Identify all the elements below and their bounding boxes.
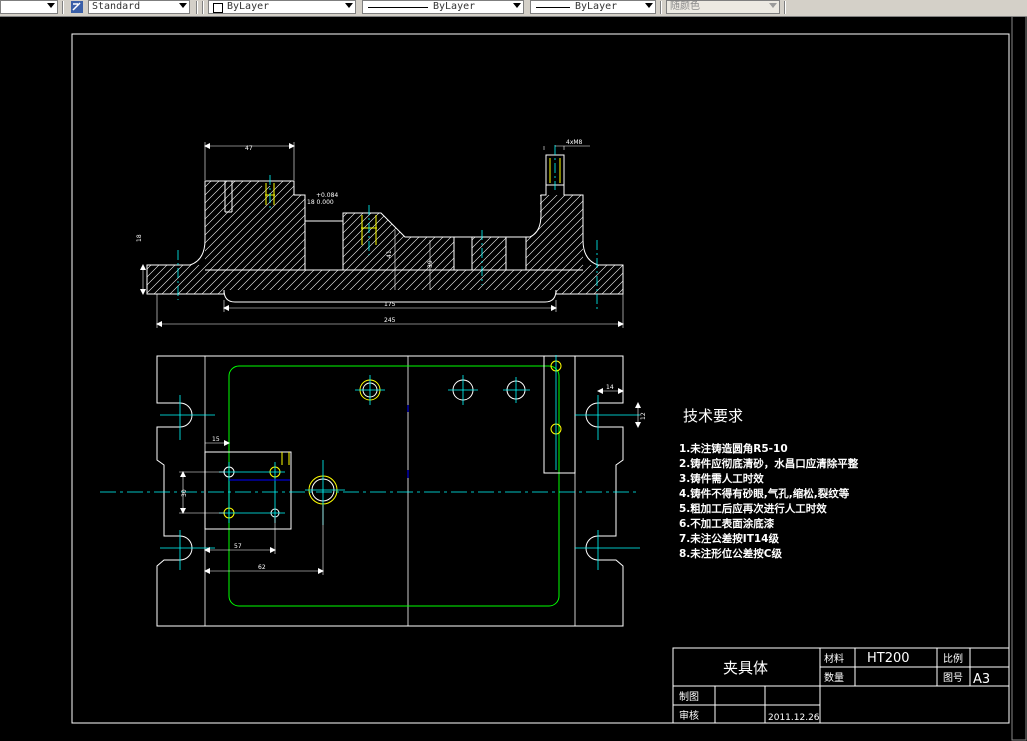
requirement-item: 5.粗加工后应再次进行人工时效 [679,502,827,515]
chevron-down-icon [47,3,55,8]
dimension-text: 14 [606,384,614,391]
dimension-text: 41 [386,250,393,258]
drawing-canvas[interactable]: 47 +0.084 18 0.000 4xM8 18 175 245 41 39 [0,16,1027,741]
chevron-down-icon [179,3,187,8]
requirement-item: 6.不加工表面涂底漆 [679,517,775,530]
material-label: 材料 [824,652,844,665]
toolbar-separator [62,1,64,14]
drawing-no-label: 图号 [943,672,963,684]
dimension-text: 175 [384,301,396,308]
chevron-down-icon [645,3,653,8]
dimension-text: 62 [258,564,266,571]
requirement-item: 3.铸件需人工时效 [679,472,764,485]
linetype-dropdown[interactable]: ByLayer [362,0,524,14]
toolbar-separator [202,1,204,14]
text-style-dropdown[interactable]: Standard [88,0,190,14]
sheet-border [71,16,1027,741]
scale-label: 比例 [943,652,963,665]
layer-dropdown[interactable]: ByLayer [208,0,356,14]
previous-dropdown[interactable] [0,0,58,14]
title-block: 夹具体 材料 HT200 比例 数量 图号 A3 制图 审核 2011.12.2… [672,647,1010,724]
drafter-label: 制图 [679,690,699,703]
toolbar-separator [784,1,786,14]
tolerance-text: +0.084 [316,192,338,199]
dimension-text: 4xM8 [566,139,583,146]
plan-view: 15 30 57 62 14 12 [100,355,647,627]
requirement-item: 8.未注形位公差按C级 [679,547,783,560]
chevron-down-icon [513,3,521,8]
layer-value: ByLayer [227,1,270,12]
lineweight-value: ByLayer [575,1,618,12]
date-value: 2011.12.26 [768,713,820,723]
requirement-item: 2.铸件应彻底清砂，水昌口应清除平整 [679,457,859,470]
plot-style-dropdown[interactable]: 随颜色 [666,0,780,14]
line-sample-icon [536,7,570,8]
dimension-text: 245 [384,317,396,324]
dimension-text: 12 [640,412,647,420]
quantity-label: 数量 [824,671,844,684]
linetype-value: ByLayer [433,1,476,12]
dimension-text: 18 [136,234,143,242]
color-swatch-icon [213,3,223,13]
toolbar-separator [660,1,662,14]
text-style-value: Standard [92,1,141,12]
material-value: HT200 [867,651,910,666]
dimension-text: 57 [234,543,242,550]
technical-requirements: 技术要求 1.未注铸造圆角R5-10 2.铸件应彻底清砂，水昌口应清除平整 3.… [679,407,859,560]
requirement-item: 1.未注铸造圆角R5-10 [679,442,788,455]
dimension-text: 30 [181,489,188,497]
line-sample-icon [368,7,428,8]
chevron-down-icon [345,3,353,8]
toolbar-separator [196,1,198,14]
drawing-no-value: A3 [973,672,990,687]
dimension-text: 47 [245,145,253,152]
text-style-icon[interactable] [70,0,84,14]
requirement-item: 4.铸件不得有砂眼,气孔,缩松,裂纹等 [679,487,850,500]
dimension-text: 15 [212,436,220,443]
requirement-item: 7.未注公差按IT14级 [679,532,779,545]
reviewer-label: 审核 [679,709,699,722]
lineweight-dropdown[interactable]: ByLayer [530,0,656,14]
requirements-title: 技术要求 [683,407,743,425]
plot-style-value: 随颜色 [670,1,700,12]
front-section-view: 47 +0.084 18 0.000 4xM8 18 175 245 41 39 [136,139,624,328]
tolerance-text: 18 0.000 [307,199,334,206]
dimension-text: 39 [427,260,434,268]
chevron-down-icon [769,3,777,8]
properties-toolbar: Standard ByLayer ByLayer ByLayer 随颜色 [0,0,1027,17]
part-name: 夹具体 [723,659,768,677]
